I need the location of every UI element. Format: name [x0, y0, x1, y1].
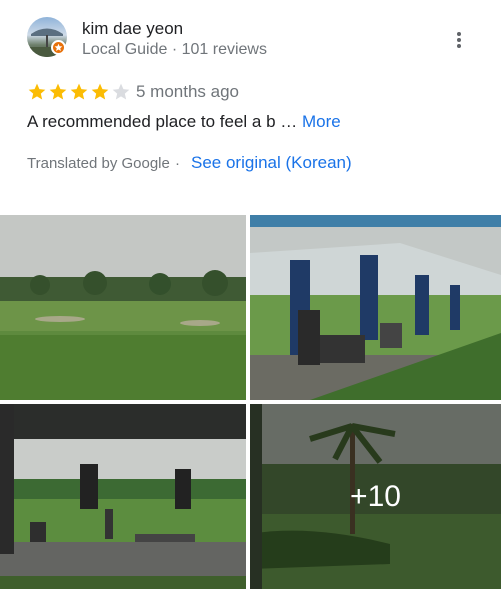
see-original-link[interactable]: See original (Korean) [191, 153, 352, 173]
review-text: A recommended place to feel a b … [27, 112, 298, 131]
reviewer-name[interactable]: kim dae yeon [82, 19, 183, 39]
reviewer-subline[interactable]: Local Guide · 101 reviews [82, 41, 267, 59]
local-guide-star-icon [51, 40, 66, 55]
translated-by-label: Translated by Google [27, 155, 170, 172]
star-rating [27, 82, 132, 102]
review-photo[interactable] [250, 215, 501, 400]
review-time: 5 months ago [136, 82, 240, 101]
photo-range-shelter [0, 404, 246, 589]
star-filled-icon [49, 83, 67, 100]
review-photo[interactable] [0, 404, 246, 589]
star-empty-icon [112, 83, 130, 100]
review-photo[interactable] [0, 215, 246, 400]
photo-golf-field [0, 215, 246, 400]
photo-driving-range-bays [250, 215, 501, 400]
star-filled-icon [70, 83, 88, 100]
separator-dot: · [175, 155, 180, 172]
more-photos-tile[interactable]: +10 [250, 404, 501, 589]
star-filled-icon [91, 83, 109, 100]
more-link[interactable]: More [302, 112, 341, 131]
star-filled-icon [28, 83, 46, 100]
more-photos-count[interactable]: +10 [250, 404, 501, 589]
more-vert-icon[interactable] [449, 28, 469, 52]
review-text-line: A recommended place to feel a b … More [27, 112, 341, 132]
